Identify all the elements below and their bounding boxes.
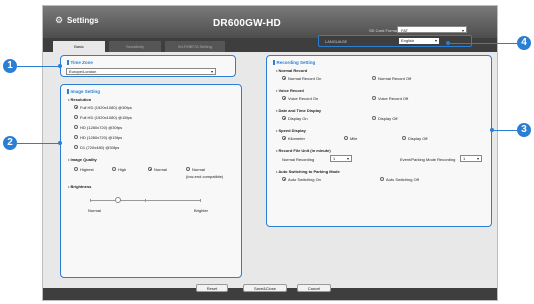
callout-2-dot <box>58 141 62 145</box>
callout-4-dot <box>446 41 450 45</box>
resolution-radio-3[interactable] <box>74 135 78 139</box>
brightness-min-label: Normal <box>88 208 101 213</box>
title-bar: ⚙ Settings DR600GW-HD SD Card Format FAT… <box>43 6 497 38</box>
voice-record-on-label: Voice Record On <box>288 96 319 101</box>
brightness-tick <box>145 199 146 202</box>
normal-recording-select[interactable]: 1 ▾ <box>330 155 352 162</box>
window-title: Settings <box>67 16 99 25</box>
quality-note: (low-end compatible) <box>186 174 224 179</box>
date-time-off-label: Display Off <box>378 116 398 121</box>
resolution-option-3: HD (1280x720) @15fps <box>80 135 123 140</box>
recording-setting-header: Recording Setting <box>273 60 315 66</box>
callout-1: 1 <box>3 59 17 73</box>
quality-radio-1[interactable] <box>112 167 116 171</box>
resolution-label: • Resolution <box>68 97 92 102</box>
callout-4: 4 <box>517 36 531 50</box>
time-zone-header: Time Zone <box>67 60 93 66</box>
quality-option-0: Highest <box>80 167 94 172</box>
tab-basic[interactable]: Basic <box>53 41 105 52</box>
sd-format-select[interactable]: FAT ▾ <box>397 26 467 33</box>
image-setting-header: Image Setting <box>67 89 100 95</box>
quality-option-1: High <box>118 167 127 172</box>
tab-wifi-setting[interactable]: Wi-Fi/BETA Setting <box>165 41 225 52</box>
callout-3-dot <box>490 128 494 132</box>
quality-radio-2[interactable] <box>148 167 152 171</box>
voice-record-on-radio[interactable] <box>282 96 286 100</box>
callout-1-dot <box>58 64 62 68</box>
parking-on-label: Auto Switching On <box>288 177 321 182</box>
reset-button[interactable]: Reset <box>196 284 228 292</box>
resolution-option-4: D1 (720x480) @30fps <box>80 145 120 150</box>
quality-option-3: Normal <box>192 167 205 172</box>
event-recording-select[interactable]: 1 ▾ <box>460 155 482 162</box>
resolution-option-0: Full HD (1920x1080) @30fps <box>80 105 132 110</box>
brightness-tick <box>200 199 201 202</box>
chevron-down-icon: ▾ <box>461 28 464 33</box>
speed-kilometer-label: Kilometer <box>288 136 305 141</box>
resolution-radio-1[interactable] <box>74 115 78 119</box>
chevron-down-icon: ▾ <box>476 156 479 161</box>
cancel-button[interactable]: Cancel <box>297 284 331 292</box>
resolution-radio-2[interactable] <box>74 125 78 129</box>
speed-off-radio[interactable] <box>402 136 406 140</box>
image-setting-panel: Image Setting <box>60 84 242 278</box>
callout-3-line <box>492 129 517 131</box>
normal-record-on-radio[interactable] <box>282 76 286 80</box>
model-name: DR600GW-HD <box>213 18 281 29</box>
brightness-tick <box>90 199 91 202</box>
normal-record-off-label: Normal Record Off <box>378 76 412 81</box>
resolution-radio-4[interactable] <box>74 145 78 149</box>
normal-record-off-radio[interactable] <box>372 76 376 80</box>
quality-radio-0[interactable] <box>74 167 78 171</box>
save-close-button[interactable]: Save&Close <box>243 284 287 292</box>
speed-display-label: • Speed Display <box>276 128 306 133</box>
parking-off-label: Auto Switching Off <box>386 177 419 182</box>
normal-record-on-label: Normal Record On <box>288 76 322 81</box>
date-time-on-label: Display On <box>288 116 308 121</box>
date-time-off-radio[interactable] <box>372 116 376 120</box>
brightness-knob[interactable] <box>114 197 121 203</box>
date-time-label: • Date and Time Display <box>276 108 322 113</box>
callout-2: 2 <box>3 136 17 150</box>
time-zone-select[interactable]: Europe/London ▾ <box>66 68 216 75</box>
gear-icon: ⚙ <box>55 15 64 25</box>
parking-on-radio[interactable] <box>282 177 286 181</box>
callout-3: 3 <box>517 123 531 137</box>
tab-sensitivity[interactable]: Sensitivity <box>109 41 161 52</box>
voice-record-off-label: Voice Record Off <box>378 96 409 101</box>
brightness-max-label: Brighter <box>194 208 209 213</box>
normal-record-label: • Normal Record <box>276 68 308 73</box>
callout-4-line <box>448 42 517 44</box>
brightness-label: • Brightness <box>68 184 92 189</box>
voice-record-label: • Voice Record <box>276 88 304 93</box>
language-label: LANGUAGE <box>325 39 348 44</box>
image-quality-label: • Image Quality <box>68 157 97 162</box>
callout-2-line <box>17 142 60 144</box>
parking-off-radio[interactable] <box>380 177 384 181</box>
resolution-option-1: Full HD (1920x1080) @15fps <box>80 115 132 120</box>
file-unit-label: • Record File Unit (in minute) <box>276 148 331 153</box>
date-time-on-radio[interactable] <box>282 116 286 120</box>
speed-off-label: Display Off <box>408 136 428 141</box>
chevron-down-icon: ▾ <box>210 69 213 74</box>
language-select[interactable]: English <box>399 38 439 44</box>
chevron-down-icon: ▾ <box>346 156 349 161</box>
sd-format-label: SD Card Format <box>369 28 399 33</box>
speed-mile-radio[interactable] <box>344 136 348 140</box>
quality-radio-3[interactable] <box>186 167 190 171</box>
parking-mode-label: • Auto Switching to Parking Mode <box>276 169 340 174</box>
normal-recording-label: Normal Recording <box>282 157 315 162</box>
quality-option-2: Normal <box>154 167 167 172</box>
resolution-option-2: HD (1280x720) @30fps <box>80 125 123 130</box>
resolution-radio-0[interactable] <box>74 105 78 109</box>
callout-1-line <box>17 65 60 67</box>
voice-record-off-radio[interactable] <box>372 96 376 100</box>
event-recording-label: Event/Parking Mode Recording <box>400 157 456 162</box>
speed-kilometer-radio[interactable] <box>282 136 286 140</box>
speed-mile-label: Mile <box>350 136 358 141</box>
